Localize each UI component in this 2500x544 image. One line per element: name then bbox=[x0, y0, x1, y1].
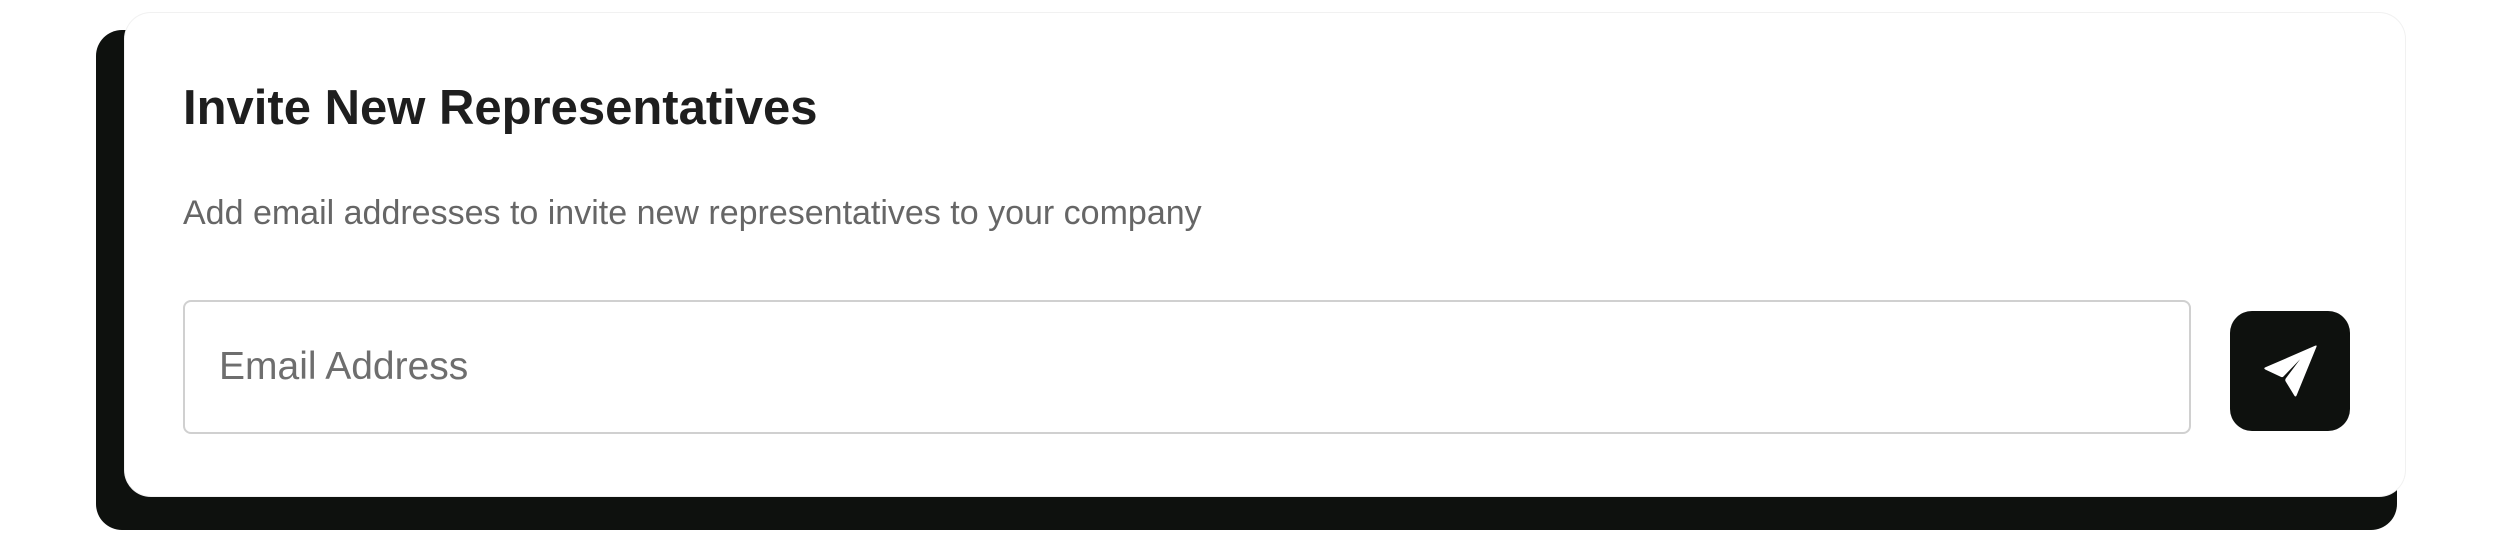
card-title: Invite New Representatives bbox=[183, 81, 818, 135]
email-address-input[interactable] bbox=[183, 300, 2191, 434]
card-description: Add email addresses to invite new repres… bbox=[183, 194, 1202, 232]
page: Invite New Representatives Add email add… bbox=[0, 0, 2500, 544]
invite-representatives-card: Invite New Representatives Add email add… bbox=[125, 13, 2405, 496]
paper-plane-icon bbox=[2258, 339, 2322, 403]
send-invite-button[interactable] bbox=[2230, 311, 2350, 431]
